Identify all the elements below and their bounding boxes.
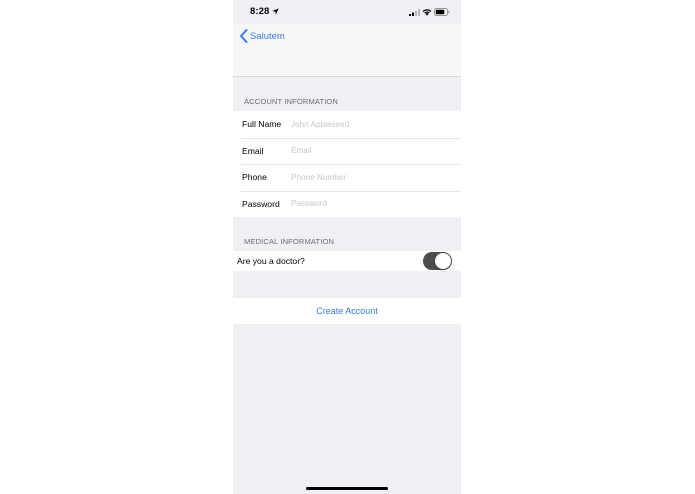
location-arrow-icon: [272, 8, 279, 15]
back-button-label: Salutem: [250, 30, 285, 42]
password-label: Password: [242, 198, 280, 209]
doctor-toggle[interactable]: [423, 252, 452, 270]
back-button[interactable]: Salutem: [239, 27, 285, 45]
wifi-icon: [422, 9, 432, 16]
email-label: Email: [242, 145, 264, 156]
status-bar: 8:28: [233, 0, 461, 24]
phone-field[interactable]: [291, 172, 451, 182]
account-form-group: Full Name Email Phone Password: [233, 111, 461, 217]
email-row: Email: [233, 137, 461, 165]
cellular-signal-icon: [409, 9, 420, 16]
phone-screen: 8:28 Salutem ACCOUNT INFORMATION Full Na…: [233, 0, 461, 494]
full-name-field[interactable]: [291, 119, 451, 129]
toggle-knob: [435, 253, 451, 269]
navigation-bar: Salutem: [233, 24, 461, 77]
medical-section-header: MEDICAL INFORMATION: [244, 237, 335, 246]
medical-form-group: Are you a doctor?: [233, 251, 461, 271]
phone-row: Phone: [233, 164, 461, 191]
doctor-toggle-label: Are you a doctor?: [237, 256, 305, 266]
create-account-button[interactable]: Create Account: [233, 298, 461, 324]
doctor-row: Are you a doctor?: [233, 251, 461, 271]
home-indicator: [306, 487, 388, 490]
email-field[interactable]: [291, 146, 451, 156]
password-field[interactable]: [291, 199, 451, 209]
password-row: Password: [233, 190, 461, 218]
chevron-left-icon: [240, 29, 248, 43]
battery-icon: [434, 8, 450, 16]
account-section-header: ACCOUNT INFORMATION: [244, 97, 339, 106]
full-name-label: Full Name: [242, 119, 282, 130]
full-name-row: Full Name: [233, 111, 461, 138]
status-time: 8:28: [250, 6, 270, 17]
phone-label: Phone: [242, 172, 267, 183]
